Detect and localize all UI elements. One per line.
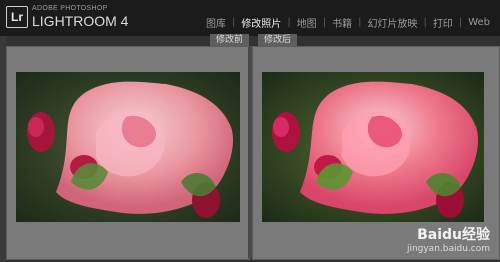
module-web[interactable]: Web [464, 17, 494, 28]
brand-subtitle: ADOBE PHOTOSHOP [32, 5, 108, 12]
after-label: 修改后 [258, 34, 298, 47]
module-slideshow[interactable]: 幻灯片放映 [363, 15, 421, 30]
watermark: Baidu经验 jingyan.baidu.com [407, 224, 490, 254]
module-separator: | [287, 17, 291, 28]
rose-photo-after [262, 72, 484, 222]
before-label: 修改前 [210, 34, 250, 47]
baidu-paw-icon: Baidu经验 [417, 227, 490, 243]
brand-title: LIGHTROOM 4 [32, 13, 129, 29]
top-header: Lr ADOBE PHOTOSHOP LIGHTROOM 4 图库 | 修改照片… [0, 0, 500, 36]
module-map[interactable]: 地图 [293, 15, 321, 30]
lightroom-logo-icon: Lr [6, 6, 28, 28]
rose-photo-before [16, 72, 240, 222]
before-photo[interactable] [16, 72, 240, 222]
module-print[interactable]: 打印 [429, 15, 457, 30]
module-develop[interactable]: 修改照片 [237, 15, 285, 30]
after-photo[interactable] [262, 72, 484, 222]
module-separator: | [231, 17, 236, 28]
module-separator: | [358, 17, 362, 28]
watermark-url: jingyan.baidu.com [406, 244, 490, 254]
module-picker: 图库 | 修改照片 | 地图 | 书籍 | 幻灯片放映 | 打印 | Web [202, 15, 494, 30]
module-separator: | [458, 17, 463, 28]
module-separator: | [322, 17, 327, 28]
module-separator: | [423, 17, 427, 28]
module-library[interactable]: 图库 [202, 15, 230, 30]
module-book[interactable]: 书籍 [328, 15, 356, 30]
